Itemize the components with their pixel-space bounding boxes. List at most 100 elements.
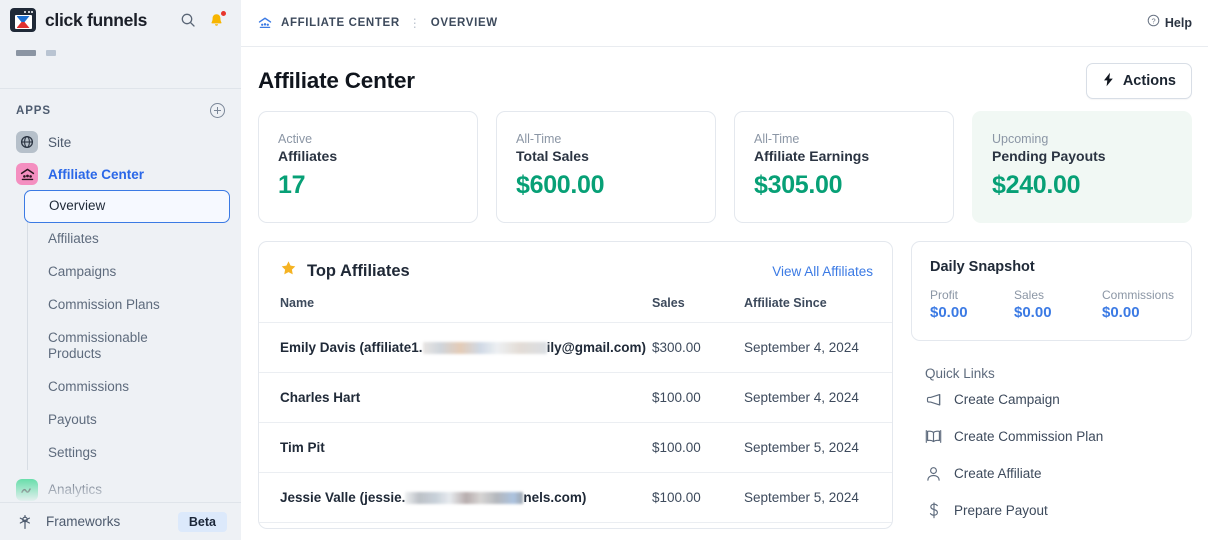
star-icon xyxy=(280,260,297,282)
redacted-email xyxy=(405,492,524,504)
daily-snapshot-title: Daily Snapshot xyxy=(930,259,1035,275)
stat-card-total-sales: All-Time Total Sales $600.00 xyxy=(496,111,716,223)
app-root: click funnels APPS Site Affiliate Center… xyxy=(0,0,1208,540)
snapshot-metric-profit: Profit $0.00 xyxy=(930,288,1014,321)
breadcrumb-separator: ⋮ xyxy=(408,16,422,30)
quick-link-prepare-payout[interactable]: Prepare Payout xyxy=(911,492,1192,529)
svg-text:?: ? xyxy=(1151,16,1155,25)
question-circle-icon: ? xyxy=(1147,14,1160,32)
stat-label: Affiliates xyxy=(278,148,338,164)
sidebar-subitem-settings[interactable]: Settings xyxy=(28,437,241,470)
top-affiliates-header: Top Affiliates View All Affiliates xyxy=(259,242,892,296)
stat-sublabel: All-Time xyxy=(754,132,800,146)
quick-link-label: Create Commission Plan xyxy=(954,429,1104,444)
right-column: Daily Snapshot Profit $0.00 Sales $0.00 xyxy=(911,241,1192,529)
beta-badge: Beta xyxy=(177,511,227,532)
stat-sublabel: Active xyxy=(278,132,313,146)
apps-section-label: APPS xyxy=(16,104,51,117)
affiliate-house-icon xyxy=(258,16,272,30)
table-row[interactable]: Emily Davis (affiliate1. ily@gmail.com) $… xyxy=(259,322,892,373)
stat-card-active-affiliates: Active Affiliates 17 xyxy=(258,111,478,223)
cell-name: Tim Pit xyxy=(259,422,652,473)
redacted-email xyxy=(422,342,547,354)
sidebar-subitem-commissionable-products[interactable]: Commissionable Products xyxy=(28,322,148,372)
globe-icon xyxy=(16,131,38,153)
metric-label: Sales xyxy=(1014,288,1045,302)
cell-affiliate-since: September 5, 2024 xyxy=(744,422,892,473)
stat-cards: Active Affiliates 17 All-Time Total Sale… xyxy=(258,111,1192,223)
brand-logo[interactable]: click funnels xyxy=(10,8,171,32)
sidebar-subitem-overview[interactable]: Overview xyxy=(24,190,230,223)
actions-label: Actions xyxy=(1122,73,1176,89)
table-row[interactable]: Jessie Valle (jessie. nels.com) $100.00 S… xyxy=(259,472,892,523)
column-header-name: Name xyxy=(259,296,652,323)
cell-sales: $100.00 xyxy=(652,372,744,423)
cell-sales: $100.00 xyxy=(652,472,744,523)
breadcrumb-current: OVERVIEW xyxy=(430,17,498,29)
table-row[interactable]: Charles Hart $100.00 September 4, 2024 xyxy=(259,372,892,423)
sidebar-subitem-campaigns[interactable]: Campaigns xyxy=(28,256,241,289)
sidebar-subitem-commissions[interactable]: Commissions xyxy=(28,371,241,404)
snapshot-metric-sales: Sales $0.00 xyxy=(1014,288,1102,321)
snapshot-metric-commissions: Commissions $0.00 xyxy=(1102,288,1174,321)
stat-value: 17 xyxy=(278,171,306,199)
sidebar-subitem-payouts[interactable]: Payouts xyxy=(28,404,241,437)
book-icon xyxy=(925,428,942,445)
metric-label: Profit xyxy=(930,288,959,302)
quick-link-label: Prepare Payout xyxy=(954,503,1048,518)
help-label: Help xyxy=(1164,16,1192,30)
cell-affiliate-since: September 4, 2024 xyxy=(744,322,892,373)
apps-section-header: APPS xyxy=(0,89,241,126)
clickfunnels-logo-icon xyxy=(10,8,36,32)
actions-button[interactable]: Actions xyxy=(1085,63,1192,99)
stat-value: $305.00 xyxy=(754,171,843,199)
cell-sales: $100.00 xyxy=(652,422,744,473)
affiliate-center-subnav: Overview Affiliates Campaigns Commission… xyxy=(24,190,241,470)
affiliate-house-icon xyxy=(16,163,38,185)
breadcrumb-root[interactable]: AFFILIATE CENTER xyxy=(281,17,400,29)
page-title: Affiliate Center xyxy=(258,68,415,93)
sidebar-item-label: Site xyxy=(48,134,72,150)
stat-sublabel: All-Time xyxy=(516,132,562,146)
stat-value: $240.00 xyxy=(992,171,1081,199)
sidebar-header: click funnels xyxy=(0,0,241,40)
stat-label: Affiliate Earnings xyxy=(754,148,870,164)
cell-name: Charles Hart xyxy=(259,372,652,423)
sidebar-item-affiliate-center[interactable]: Affiliate Center xyxy=(0,158,241,190)
top-affiliates-card: Top Affiliates View All Affiliates Name … xyxy=(258,241,893,529)
table-row[interactable]: Tim Pit $100.00 September 5, 2024 xyxy=(259,422,892,473)
person-icon xyxy=(925,465,942,482)
stat-label: Total Sales xyxy=(516,148,589,164)
sidebar-item-label: Affiliate Center xyxy=(48,166,145,182)
page-header: Affiliate Center Actions xyxy=(241,47,1208,99)
lower-section: Top Affiliates View All Affiliates Name … xyxy=(258,241,1192,529)
sidebar-subitem-commission-plans[interactable]: Commission Plans xyxy=(28,289,241,322)
top-bar: AFFILIATE CENTER ⋮ OVERVIEW ? Help xyxy=(241,0,1208,47)
sidebar-scrolled-item[interactable] xyxy=(0,40,241,66)
breadcrumb: AFFILIATE CENTER ⋮ OVERVIEW xyxy=(258,16,1147,30)
sidebar-subitem-affiliates[interactable]: Affiliates xyxy=(28,223,241,256)
stat-card-affiliate-earnings: All-Time Affiliate Earnings $305.00 xyxy=(734,111,954,223)
help-link[interactable]: ? Help xyxy=(1147,14,1192,32)
stat-sublabel: Upcoming xyxy=(992,132,1049,146)
quick-link-create-commission-plan[interactable]: Create Commission Plan xyxy=(911,418,1192,455)
cell-sales: $300.00 xyxy=(652,322,744,373)
bell-icon[interactable] xyxy=(205,9,227,31)
stat-value: $600.00 xyxy=(516,171,605,199)
daily-snapshot-card: Daily Snapshot Profit $0.00 Sales $0.00 xyxy=(911,241,1192,341)
quick-link-create-campaign[interactable]: Create Campaign xyxy=(911,381,1192,418)
sidebar-item-site[interactable]: Site xyxy=(0,126,241,158)
metric-value: $0.00 xyxy=(1014,304,1052,321)
sidebar: click funnels APPS Site Affiliate Center… xyxy=(0,0,241,540)
plus-circle-icon[interactable] xyxy=(210,103,225,118)
cell-name: Jessie Valle (jessie. nels.com) xyxy=(259,472,652,523)
search-icon[interactable] xyxy=(177,9,199,31)
view-all-affiliates-link[interactable]: View All Affiliates xyxy=(772,264,873,279)
metric-value: $0.00 xyxy=(930,304,968,321)
column-header-affiliate-since: Affiliate Since xyxy=(744,296,892,323)
sidebar-footer-frameworks[interactable]: Frameworks Beta xyxy=(0,502,241,540)
quick-links-title: Quick Links xyxy=(925,366,995,381)
quick-link-create-affiliate[interactable]: Create Affiliate xyxy=(911,455,1192,492)
brand-name: click funnels xyxy=(45,9,148,30)
frameworks-label: Frameworks xyxy=(46,514,121,529)
